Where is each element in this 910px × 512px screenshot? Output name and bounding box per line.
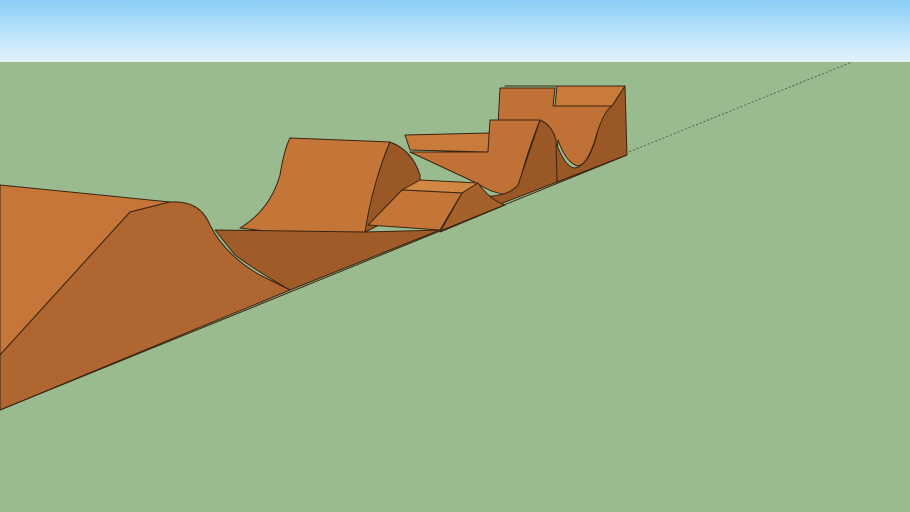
sky <box>0 0 910 62</box>
middle-ramp-top <box>404 132 491 153</box>
3d-viewport[interactable] <box>0 0 910 512</box>
